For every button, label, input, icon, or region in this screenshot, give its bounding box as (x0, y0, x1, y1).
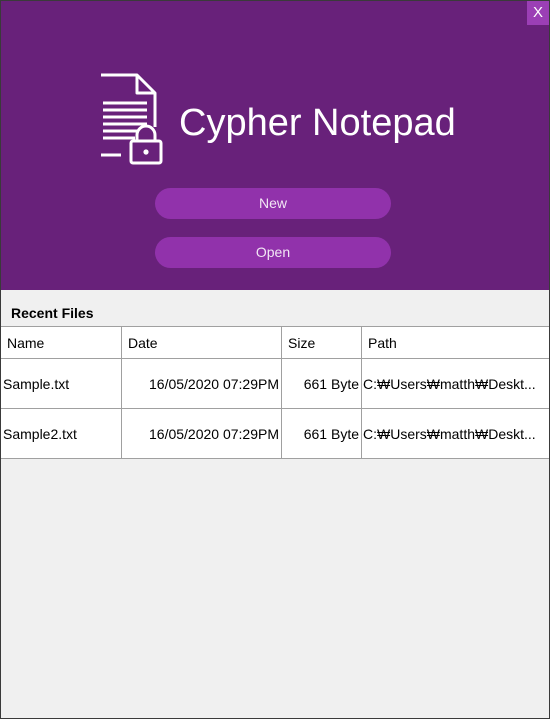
file-size-cell: 661 Byte (282, 409, 362, 458)
column-header-size[interactable]: Size (282, 327, 362, 358)
column-header-path[interactable]: Path (362, 327, 549, 358)
app-window: X Cypher Notepad New Open Recent Files N… (0, 0, 550, 719)
close-button[interactable]: X (527, 1, 549, 25)
document-lock-icon (101, 73, 163, 165)
column-header-date[interactable]: Date (122, 327, 282, 358)
table-row[interactable]: Sample.txt 16/05/2020 07:29PM 661 Byte C… (1, 359, 549, 409)
table-header-row: Name Date Size Path (1, 327, 549, 359)
file-name-cell: Sample2.txt (1, 409, 122, 458)
file-path-cell: C:₩Users₩matth₩Deskt... (363, 425, 536, 442)
recent-files-heading: Recent Files (11, 305, 94, 321)
file-path-cell: C:₩Users₩matth₩Deskt... (363, 375, 536, 392)
file-date-cell: 16/05/2020 07:29PM (122, 359, 282, 408)
app-title: Cypher Notepad (179, 102, 456, 144)
file-date-cell: 16/05/2020 07:29PM (122, 409, 282, 458)
open-button[interactable]: Open (155, 237, 391, 268)
file-name-cell: Sample.txt (1, 359, 122, 408)
table-row[interactable]: Sample2.txt 16/05/2020 07:29PM 661 Byte … (1, 409, 549, 459)
header-banner: X Cypher Notepad New Open (1, 1, 549, 290)
new-button[interactable]: New (155, 188, 391, 219)
column-header-name[interactable]: Name (1, 327, 122, 358)
file-size-cell: 661 Byte (282, 359, 362, 408)
recent-files-table: Name Date Size Path Sample.txt 16/05/202… (1, 326, 549, 459)
